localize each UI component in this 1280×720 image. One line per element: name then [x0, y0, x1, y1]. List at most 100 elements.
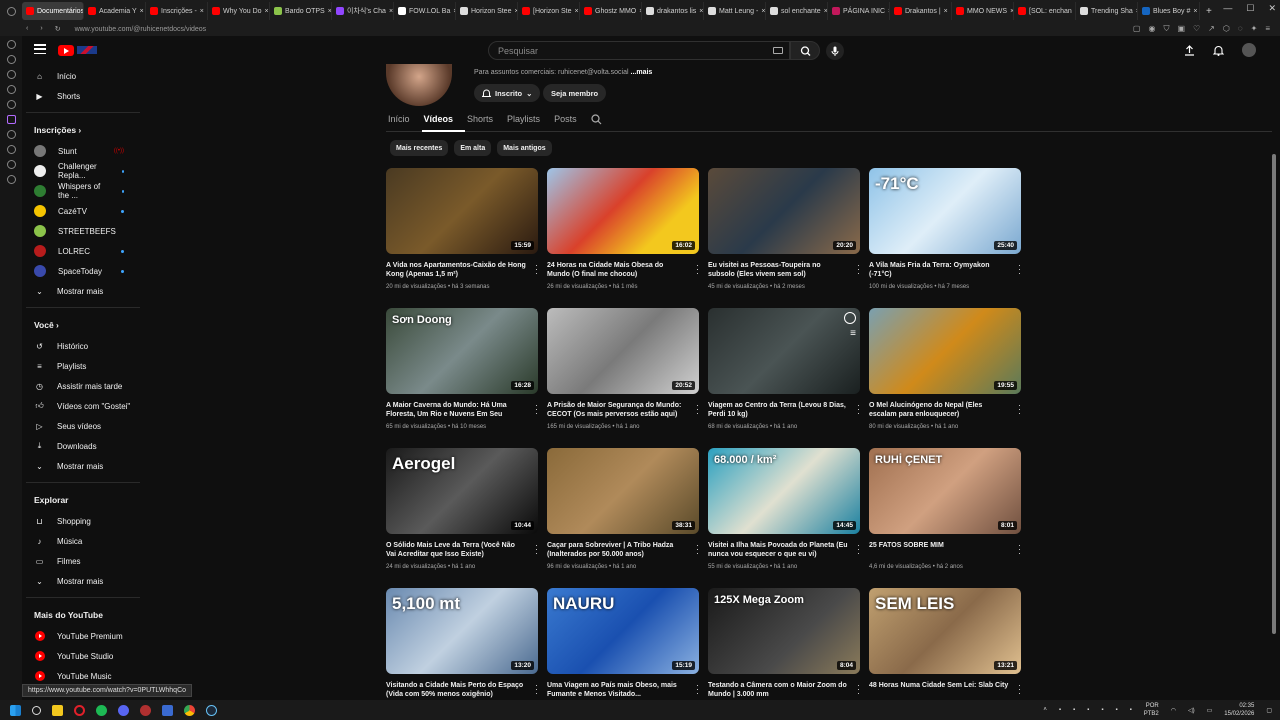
subscription-item[interactable]: STREETBEEFS	[22, 221, 140, 241]
tray-app-icon[interactable]: ▪	[1115, 707, 1117, 713]
more-options-icon[interactable]: · · ·	[696, 541, 699, 558]
sidebar-app-icon[interactable]	[6, 100, 16, 109]
tray-app-icon[interactable]: ▪	[1101, 707, 1103, 713]
subscription-item[interactable]: LOLREC	[22, 241, 140, 261]
windows-start-icon[interactable]	[10, 704, 21, 716]
browser-tab[interactable]: [Horizon Ste ×	[518, 2, 580, 20]
more-options-icon[interactable]: · · ·	[1018, 541, 1021, 558]
video-thumbnail[interactable]: 38:31	[547, 448, 699, 534]
sidebar-item[interactable]: ⤓ Downloads	[22, 436, 140, 456]
subscription-item[interactable]: Stunt ((•))	[22, 141, 140, 161]
steam-icon[interactable]	[206, 704, 217, 716]
download-app-icon[interactable]	[162, 704, 173, 716]
forward-icon[interactable]: ›	[40, 25, 42, 33]
sidebar-item[interactable]: ≡ Playlists	[22, 356, 140, 376]
more-options-icon[interactable]: · · ·	[857, 261, 860, 278]
more-link[interactable]: ...mais	[631, 69, 653, 76]
video-card[interactable]: 5,100 mt 13:20 Visitando a Cidade Mais Per…	[386, 588, 538, 704]
subscription-item[interactable]: CazéTV	[22, 201, 140, 221]
video-title[interactable]: Visitei a Ilha Mais Povoada do Planeta (…	[708, 541, 848, 560]
you-heading[interactable]: Você ›	[22, 314, 140, 336]
more-options-icon[interactable]: · · ·	[535, 261, 538, 278]
video-card[interactable]: NAURU 15:19 Uma Viagem ao País mais Obeso,…	[547, 588, 699, 704]
tab-close-icon[interactable]: ×	[140, 8, 144, 15]
sidebar-app-icon[interactable]	[6, 130, 16, 139]
search-input[interactable]: Pesquisar	[488, 41, 790, 60]
extension-icon[interactable]: ◉	[1148, 24, 1155, 34]
notifications-bell-icon[interactable]	[1213, 45, 1224, 56]
more-options-icon[interactable]: · · ·	[535, 541, 538, 558]
browser-tab[interactable]: Bardo OTPS ×	[270, 2, 332, 20]
discord-icon[interactable]	[118, 704, 129, 716]
tray-app-icon[interactable]: ▪	[1073, 707, 1075, 713]
video-title[interactable]: A Vida nos Apartamentos-Caixão de Hong K…	[386, 261, 526, 280]
extension-icon[interactable]: ▢	[1133, 24, 1141, 34]
upload-icon[interactable]	[1184, 44, 1195, 56]
browser-tab[interactable]: Trending Sha×	[1076, 2, 1138, 20]
browser-tab[interactable]: drakantos lis ×	[642, 2, 704, 20]
video-title[interactable]: O Sólido Mais Leve da Terra (Você Não Va…	[386, 541, 526, 560]
more-options-icon[interactable]: · · ·	[857, 681, 860, 698]
video-title[interactable]: 48 Horas Numa Cidade Sem Lei: Slab City	[869, 681, 1009, 700]
tray-app-icon[interactable]: ▪	[1087, 707, 1089, 713]
keyboard-icon[interactable]	[773, 47, 783, 54]
video-title[interactable]: Eu visitei as Pessoas-Toupeira no subsol…	[708, 261, 848, 280]
more-options-icon[interactable]: · · ·	[696, 261, 699, 278]
minimize-icon[interactable]: —	[1223, 3, 1232, 14]
sort-chip[interactable]: Em alta	[454, 140, 492, 156]
video-title[interactable]: Visitando a Cidade Mais Perto do Espaço …	[386, 681, 526, 700]
sidebar-item[interactable]: ◷ Assistir mais tarde	[22, 376, 140, 396]
add-to-queue-icon[interactable]: ≡	[850, 328, 856, 339]
sidebar-item[interactable]: ▭ Filmes	[22, 551, 140, 571]
browser-tab[interactable]: sol enchante ×	[766, 2, 828, 20]
browser-menu-icon[interactable]	[0, 6, 22, 16]
opera-icon[interactable]	[74, 704, 85, 716]
video-title[interactable]: A Vila Mais Fria da Terra: Oymyakon (-71…	[869, 261, 1009, 280]
tab-close-icon[interactable]: ×	[944, 8, 948, 15]
subscription-item[interactable]: Whispers of the ...	[22, 181, 140, 201]
watch-later-icon[interactable]	[844, 312, 856, 324]
tab-close-icon[interactable]: ×	[200, 8, 204, 15]
extension-icon[interactable]: ⬡	[1223, 24, 1230, 34]
video-card[interactable]: 15:59 A Vida nos Apartamentos-Caixão de H…	[386, 168, 538, 290]
video-thumbnail[interactable]: SEM LEIS 13:21	[869, 588, 1021, 674]
video-card[interactable]: 16:02 24 Horas na Cidade Mais Obesa do Mu…	[547, 168, 699, 290]
browser-tab[interactable]: Academia Y ×	[84, 2, 146, 20]
browser-tab[interactable]: [SOL: enchan×	[1014, 2, 1076, 20]
chrome-icon[interactable]	[184, 704, 195, 716]
browser-tab[interactable]: PÁGINA INIC×	[828, 2, 890, 20]
browser-tab[interactable]: Ghostz MMO×	[580, 2, 642, 20]
browser-tab[interactable]: Documentários Ruhi Ç×	[22, 2, 84, 20]
video-title[interactable]: A Prisão de Maior Segurança do Mundo: CE…	[547, 401, 687, 420]
sidebar-app-icon[interactable]	[6, 145, 16, 154]
video-thumbnail[interactable]: 20:20	[708, 168, 860, 254]
video-title[interactable]: Caçar para Sobreviver | A Tribo Hadza (I…	[547, 541, 687, 560]
more-options-icon[interactable]: · · ·	[696, 401, 699, 418]
tray-app-icon[interactable]: ▪	[1130, 707, 1132, 713]
tab-close-icon[interactable]: ×	[575, 8, 579, 15]
app-icon[interactable]	[140, 704, 151, 716]
close-icon[interactable]: ✕	[1268, 3, 1276, 14]
video-thumbnail[interactable]: NAURU 15:19	[547, 588, 699, 674]
youtube-logo[interactable]	[58, 44, 106, 56]
more-options-icon[interactable]: · · ·	[535, 681, 538, 698]
sidebar-app-icon[interactable]	[6, 70, 16, 79]
battery-icon[interactable]: ▭	[1207, 707, 1213, 714]
subscription-item[interactable]: Challenger Repla...	[22, 161, 140, 181]
sidebar-item[interactable]: ⊔ Shopping	[22, 511, 140, 531]
menu-icon[interactable]: ≡	[1265, 24, 1270, 34]
channel-search-icon[interactable]	[589, 112, 614, 132]
tab-close-icon[interactable]: ×	[761, 8, 765, 15]
more-options-icon[interactable]: · · ·	[1018, 401, 1021, 418]
subscriptions-heading[interactable]: Inscrições ›	[22, 119, 140, 141]
video-thumbnail[interactable]: RUHİ ÇENET 8:01	[869, 448, 1021, 534]
video-title[interactable]: 25 FATOS SOBRE MIM	[869, 541, 1009, 560]
video-card[interactable]: ≡ Viagem ao Centro da Terra (Levou 8 Dias…	[708, 308, 860, 430]
tab-posts[interactable]: Posts	[552, 112, 589, 132]
video-thumbnail[interactable]: 125X Mega Zoom 8:04	[708, 588, 860, 674]
video-card[interactable]: 20:20 Eu visitei as Pessoas-Toupeira no s…	[708, 168, 860, 290]
heart-icon[interactable]: ♡	[1193, 24, 1200, 34]
video-card[interactable]: 20:52 A Prisão de Maior Segurança do Mund…	[547, 308, 699, 430]
sort-chip[interactable]: Mais antigos	[497, 140, 552, 156]
account-avatar[interactable]	[1242, 43, 1256, 57]
